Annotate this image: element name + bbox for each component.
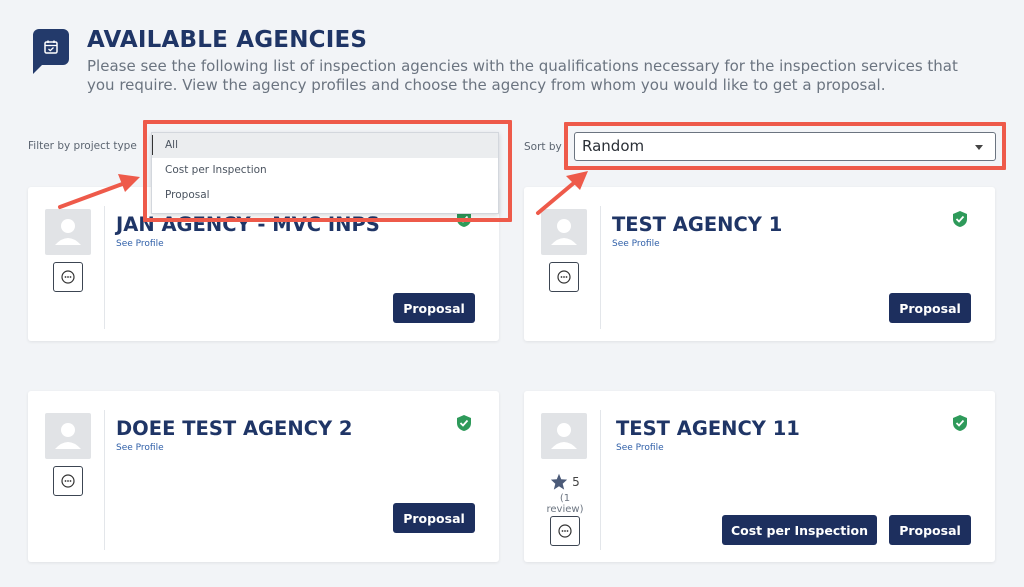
see-profile-link[interactable]: See Profile	[616, 443, 664, 453]
agency-name: TEST AGENCY 1	[612, 213, 783, 236]
verified-shield-icon	[953, 415, 967, 431]
avatar	[541, 209, 587, 255]
sort-select-value: Random	[582, 137, 645, 155]
agency-name: TEST AGENCY 11	[616, 417, 800, 440]
project-type-dropdown[interactable]: All Cost per Inspection Proposal	[151, 132, 499, 214]
star-icon	[551, 473, 568, 490]
card-divider	[600, 206, 601, 329]
rating-row: 5	[541, 473, 589, 490]
proposal-button[interactable]: Proposal	[393, 293, 475, 323]
sort-label: Sort by	[524, 141, 562, 153]
see-profile-link[interactable]: See Profile	[116, 239, 164, 249]
rating: 5 (1 review)	[541, 473, 589, 515]
see-profile-link[interactable]: See Profile	[116, 443, 164, 453]
page-title: AVAILABLE AGENCIES	[87, 27, 368, 53]
agency-name: JAN AGENCY - MVC INPS	[116, 213, 380, 236]
proposal-button[interactable]: Proposal	[889, 515, 971, 545]
agency-card: TEST AGENCY 1 See Profile Proposal	[524, 187, 995, 341]
card-divider	[600, 410, 601, 550]
user-placeholder-icon	[55, 219, 81, 245]
message-button[interactable]	[53, 262, 83, 292]
proposal-button[interactable]: Proposal	[393, 503, 475, 533]
chevron-down-icon	[975, 145, 983, 150]
agency-card: DOEE TEST AGENCY 2 See Profile Proposal	[28, 391, 499, 562]
review-count: (1 review)	[546, 493, 584, 515]
proposal-button[interactable]: Proposal	[889, 293, 971, 323]
user-placeholder-icon	[55, 423, 81, 449]
see-profile-link[interactable]: See Profile	[612, 239, 660, 249]
filter-label: Filter by project type	[28, 140, 137, 152]
calendar-icon	[33, 29, 69, 74]
sort-select[interactable]: Random	[574, 132, 996, 161]
card-divider	[104, 410, 105, 550]
chat-icon	[61, 270, 75, 284]
dropdown-option-all[interactable]: All	[152, 133, 498, 158]
agency-card: 5 (1 review) TEST AGENCY 11 See Profile …	[524, 391, 995, 562]
avatar	[45, 413, 91, 459]
dropdown-option-proposal[interactable]: Proposal	[152, 183, 498, 208]
avatar	[45, 209, 91, 255]
chat-icon	[557, 270, 571, 284]
agency-name: DOEE TEST AGENCY 2	[116, 417, 353, 440]
rating-value: 5	[572, 474, 580, 489]
card-divider	[104, 206, 105, 329]
message-button[interactable]	[549, 262, 579, 292]
verified-shield-icon	[953, 211, 967, 227]
verified-shield-icon	[457, 415, 471, 431]
chat-icon	[61, 474, 75, 488]
user-placeholder-icon	[551, 423, 577, 449]
calendar-glyph	[44, 40, 58, 54]
page-description: Please see the following list of inspect…	[87, 57, 958, 94]
message-button[interactable]	[550, 516, 580, 546]
message-button[interactable]	[53, 466, 83, 496]
dropdown-option-cost-per-inspection[interactable]: Cost per Inspection	[152, 158, 498, 183]
cost-per-inspection-button[interactable]: Cost per Inspection	[722, 515, 877, 545]
user-placeholder-icon	[551, 219, 577, 245]
chat-icon	[558, 524, 572, 538]
avatar	[541, 413, 587, 459]
text-caret	[152, 135, 153, 155]
